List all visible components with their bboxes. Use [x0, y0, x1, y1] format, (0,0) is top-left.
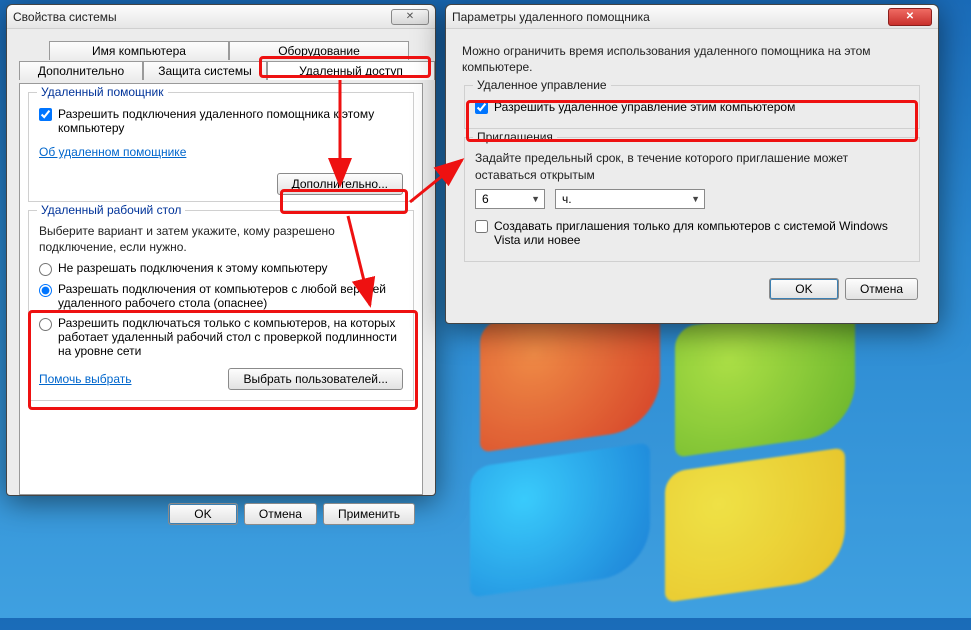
invite-duration-value: 6 [482, 192, 489, 206]
group-legend: Приглашения [473, 130, 557, 144]
rdp-option-none-label: Не разрешать подключения к этому компьют… [58, 261, 328, 275]
help-choose-link[interactable]: Помочь выбрать [39, 372, 132, 386]
window-title: Параметры удаленного помощника [452, 10, 888, 24]
vista-only-input[interactable] [475, 220, 488, 233]
dialog-buttons: OK Отмена Применить [17, 495, 425, 533]
rdp-option-any[interactable]: Разрешать подключения от компьютеров с л… [39, 282, 403, 310]
rdp-option-none[interactable]: Не разрешать подключения к этому компьют… [39, 261, 403, 276]
allow-remote-control-label: Разрешить удаленное управление этим комп… [494, 100, 795, 114]
vista-only-checkbox[interactable]: Создавать приглашения только для компьют… [475, 219, 909, 247]
allow-remote-assist-input[interactable] [39, 108, 52, 121]
tab-hardware[interactable]: Оборудование [229, 41, 409, 60]
dialog-buttons: OK Отмена [456, 270, 928, 308]
close-button[interactable]: ✕ [888, 8, 932, 26]
invite-duration-select[interactable]: 6 ▼ [475, 189, 545, 209]
invite-unit-value: ч. [562, 192, 572, 206]
advanced-button[interactable]: Дополнительно... [277, 173, 403, 195]
chevron-down-icon: ▼ [531, 194, 540, 204]
ok-button[interactable]: OK [168, 503, 238, 525]
rdp-option-nla-label: Разрешить подключаться только с компьюте… [58, 316, 403, 358]
group-remote-desktop: Удаленный рабочий стол Выберите вариант … [28, 210, 414, 401]
chevron-down-icon: ▼ [691, 194, 700, 204]
cancel-button[interactable]: Отмена [845, 278, 918, 300]
about-remote-assist-link[interactable]: Об удаленном помощнике [39, 145, 186, 159]
vista-only-label: Создавать приглашения только для компьют… [494, 219, 909, 247]
allow-remote-control-input[interactable] [475, 101, 488, 114]
group-legend: Удаленный помощник [37, 85, 168, 99]
tab-remote-access[interactable]: Удаленный доступ [267, 61, 435, 80]
apply-button[interactable]: Применить [323, 503, 415, 525]
remote-assistant-params-window: Параметры удаленного помощника ✕ Можно о… [445, 4, 939, 324]
group-remote-control: Удаленное управление Разрешить удаленное… [464, 85, 920, 129]
rdp-instruction: Выберите вариант и затем укажите, кому р… [39, 223, 403, 255]
group-remote-assistant: Удаленный помощник Разрешить подключения… [28, 92, 414, 202]
rdp-radio-nla[interactable] [39, 318, 52, 331]
select-users-button[interactable]: Выбрать пользователей... [228, 368, 403, 390]
rdp-radio-none[interactable] [39, 263, 52, 276]
allow-remote-assist-label: Разрешить подключения удаленного помощни… [58, 107, 403, 135]
rdp-option-nla[interactable]: Разрешить подключаться только с компьюте… [39, 316, 403, 358]
rdp-option-any-label: Разрешать подключения от компьютеров с л… [58, 282, 403, 310]
tab-computer-name[interactable]: Имя компьютера [49, 41, 229, 60]
intro-text: Можно ограничить время использования уда… [462, 43, 922, 75]
group-legend: Удаленный рабочий стол [37, 203, 185, 217]
titlebar[interactable]: Параметры удаленного помощника ✕ [446, 5, 938, 29]
allow-remote-assist-checkbox[interactable]: Разрешить подключения удаленного помощни… [39, 107, 403, 135]
close-button[interactable]: ✕ [391, 9, 429, 25]
group-invitations: Приглашения Задайте предельный срок, в т… [464, 137, 920, 261]
rdp-radio-any[interactable] [39, 284, 52, 297]
windows-logo [480, 310, 900, 630]
tabs: Имя компьютера Оборудование Дополнительн… [19, 41, 423, 83]
group-legend: Удаленное управление [473, 78, 611, 92]
cancel-button[interactable]: Отмена [244, 503, 317, 525]
tab-system-protection[interactable]: Защита системы [143, 61, 267, 80]
tab-advanced[interactable]: Дополнительно [19, 61, 143, 80]
invite-unit-select[interactable]: ч. ▼ [555, 189, 705, 209]
titlebar[interactable]: Свойства системы ✕ [7, 5, 435, 29]
window-title: Свойства системы [13, 10, 391, 24]
system-properties-window: Свойства системы ✕ Имя компьютера Оборуд… [6, 4, 436, 496]
invite-instruction: Задайте предельный срок, в течение котор… [475, 150, 909, 182]
ok-button[interactable]: OK [769, 278, 839, 300]
allow-remote-control-checkbox[interactable]: Разрешить удаленное управление этим комп… [475, 100, 909, 114]
